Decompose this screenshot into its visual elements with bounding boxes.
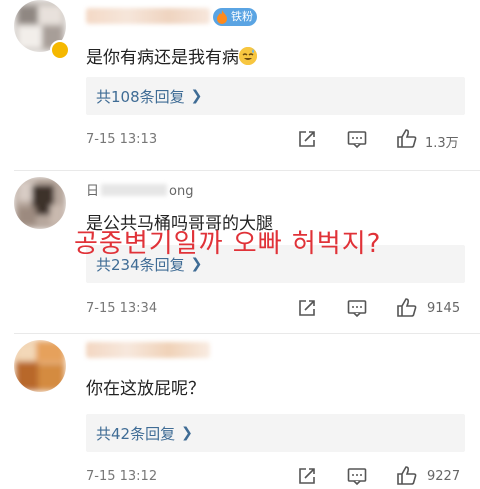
username-blurred[interactable] — [86, 8, 210, 24]
comment-3: 你在这放屁呢？ 共42条回复 ❯ 7-15 13:12 9227 — [0, 334, 480, 486]
chevron-right-icon: ❯ — [181, 425, 193, 441]
grinning-sweat-emoji-icon — [239, 47, 257, 65]
username-blurred[interactable] — [86, 342, 210, 358]
like-count: 1.3万 — [425, 136, 459, 151]
share-icon[interactable] — [296, 297, 318, 319]
username-partial-right: ong — [169, 184, 194, 199]
comment-text: 是你有病还是我有病 — [86, 43, 257, 68]
username-blur — [101, 184, 168, 196]
thumbs-up-icon[interactable] — [396, 128, 418, 150]
comment-text-content: 是你有病还是我有病 — [86, 48, 239, 68]
blurred-avatar-image — [14, 177, 66, 229]
fire-icon — [217, 10, 227, 24]
share-icon[interactable] — [296, 128, 318, 150]
overlay-caption: 공중변기일까 오빠 허벅지? — [74, 229, 382, 259]
thumbs-up-icon[interactable] — [396, 465, 418, 487]
badge-label: 铁粉 — [231, 10, 253, 23]
username-partial[interactable]: 日 ong — [86, 180, 193, 199]
comment-icon[interactable] — [346, 465, 368, 487]
avatar[interactable] — [14, 340, 66, 392]
comment-meta: 7-15 13:13 1.3万 — [86, 128, 480, 152]
comment-icon[interactable] — [346, 128, 368, 150]
view-replies-button[interactable]: 共108条回复 ❯ — [86, 77, 465, 115]
username-partial-left: 日 — [86, 184, 100, 199]
reply-count-label: 共108条回复 — [96, 87, 185, 106]
timestamp: 7-15 13:34 — [86, 301, 158, 316]
timestamp: 7-15 13:12 — [86, 469, 158, 484]
timestamp: 7-15 13:13 — [86, 132, 158, 147]
like-count: 9227 — [427, 469, 461, 484]
comment-text: 你在这放屁呢？ — [86, 379, 205, 399]
view-replies-button[interactable]: 共42条回复 ❯ — [86, 414, 465, 452]
comment-icon[interactable] — [346, 297, 368, 319]
comment-1: 铁粉 是你有病还是我有病 共108条回复 ❯ 7-15 13:13 1.3万 — [0, 0, 480, 175]
avatar[interactable] — [14, 177, 66, 229]
comment-meta: 7-15 13:12 9227 — [86, 465, 480, 489]
verified-icon — [50, 40, 70, 60]
thumbs-up-icon[interactable] — [396, 297, 418, 319]
reply-count-label: 共42条回复 — [96, 424, 176, 443]
comment-meta: 7-15 13:34 9145 — [86, 297, 480, 321]
share-icon[interactable] — [296, 465, 318, 487]
like-count: 9145 — [427, 301, 461, 316]
chevron-right-icon: ❯ — [190, 88, 203, 104]
fan-badge: 铁粉 — [213, 8, 257, 26]
blurred-avatar-image — [14, 340, 66, 392]
